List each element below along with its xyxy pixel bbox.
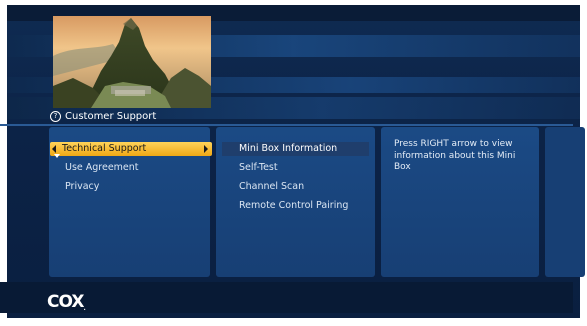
menu-item-label: Technical Support — [62, 143, 147, 154]
submenu-item-channel-scan[interactable]: Channel Scan — [222, 180, 369, 194]
left-arrow-icon — [52, 145, 56, 153]
chevron-down-icon — [54, 154, 60, 158]
page-header: ? Customer Support — [50, 108, 156, 124]
menu-item-use-agreement[interactable]: Use Agreement — [53, 161, 198, 175]
extra-panel — [545, 127, 585, 277]
submenu-item-label: Channel Scan — [239, 181, 305, 192]
submenu-item-label: Mini Box Information — [239, 143, 338, 154]
logo-dot: . — [83, 305, 86, 312]
logo-text: COX — [47, 292, 84, 312]
submenu-item-mini-box-information[interactable]: Mini Box Information — [222, 142, 369, 156]
question-circle-icon: ? — [50, 110, 61, 122]
info-panel: Press RIGHT arrow to view information ab… — [381, 127, 539, 277]
page-title: Customer Support — [65, 110, 157, 122]
mountain-landscape-image — [53, 16, 211, 108]
submenu-panel: Mini Box Information Self-Test Channel S… — [216, 127, 375, 277]
info-text: Press RIGHT arrow to view information ab… — [394, 139, 516, 172]
header-photo — [53, 16, 211, 108]
main-menu-panel: Technical Support Use Agreement Privacy — [49, 127, 212, 277]
right-arrow-icon — [204, 145, 208, 153]
menu-item-technical-support[interactable]: Technical Support — [50, 142, 212, 156]
submenu-item-self-test[interactable]: Self-Test — [222, 161, 369, 175]
submenu-item-remote-control-pairing[interactable]: Remote Control Pairing — [222, 199, 369, 213]
menu-item-label: Privacy — [65, 181, 100, 192]
footer-bar — [0, 282, 573, 313]
cox-logo: COX. — [47, 292, 86, 312]
menu-item-privacy[interactable]: Privacy — [53, 180, 198, 194]
header-divider — [0, 124, 573, 126]
submenu-item-label: Remote Control Pairing — [239, 200, 349, 211]
submenu-item-label: Self-Test — [239, 162, 278, 173]
menu-item-label: Use Agreement — [65, 162, 139, 173]
